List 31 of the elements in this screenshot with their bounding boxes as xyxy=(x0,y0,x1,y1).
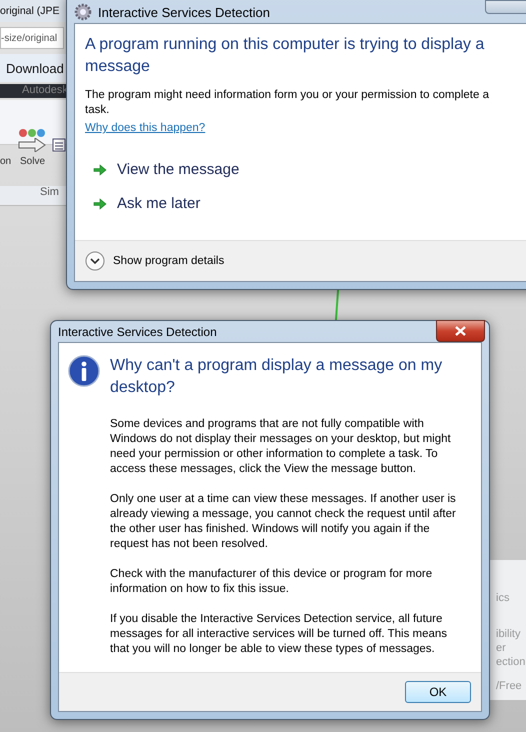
command-link[interactable]: View the message xyxy=(93,161,240,178)
panel-text: ibility xyxy=(496,628,520,640)
dialog-text: The program might need information form you or your permission to complete a task. xyxy=(85,88,490,118)
paragraph: If you disable the Interactive Services Detection service, all future messages for all interactive services will be turned off. This means that you will no longer be able to view these types of messages. xyxy=(110,612,448,657)
close-button[interactable] xyxy=(436,320,485,342)
gear-icon xyxy=(74,3,92,21)
arrow-icon xyxy=(93,164,107,176)
paragraph: Only one user at a time can view these messages. If another user is already viewing a message, you cannot check the request until after the other user has finished. Windows will notify you again if the request has not been resolved. xyxy=(110,492,457,552)
list-icon[interactable] xyxy=(52,138,66,152)
dialog-heading: A program running on this computer is trying to display a message xyxy=(85,35,486,77)
status-text: /Free xyxy=(496,680,522,692)
arrow-icon[interactable] xyxy=(18,138,46,152)
command-link[interactable]: Ask me later xyxy=(93,195,200,212)
help-link[interactable]: Why does this happen? xyxy=(85,122,206,134)
paragraph: Some devices and programs that are not fully compatible with Windows do not display their messages on your desktop, but might need your permission or other information to complete a task. To access these messages, click the View the message button. xyxy=(110,417,452,477)
paragraph: Check with the manufacturer of this device or program for more information on how to fix this issue. xyxy=(110,567,434,597)
details-toggle[interactable]: Show program details xyxy=(85,251,224,271)
info-icon xyxy=(68,355,100,387)
window-title: Interactive Services Detection xyxy=(58,324,217,338)
circles-icon[interactable] xyxy=(18,128,48,138)
panel-text: ics xyxy=(496,592,510,604)
ribbon-label[interactable]: Solve xyxy=(20,156,46,167)
close-icon xyxy=(455,326,466,336)
panel-text: er xyxy=(496,642,506,654)
ok-button[interactable]: OK xyxy=(405,681,471,703)
window-title: Interactive Services Detection xyxy=(98,4,270,20)
arrow-icon xyxy=(93,198,107,210)
panel-text: ection xyxy=(496,656,526,668)
dialog-heading: Why can't a program display a message on my desktop? xyxy=(110,356,444,398)
ribbon-label[interactable]: on xyxy=(0,156,12,167)
address-field[interactable]: -size/original xyxy=(0,27,64,49)
